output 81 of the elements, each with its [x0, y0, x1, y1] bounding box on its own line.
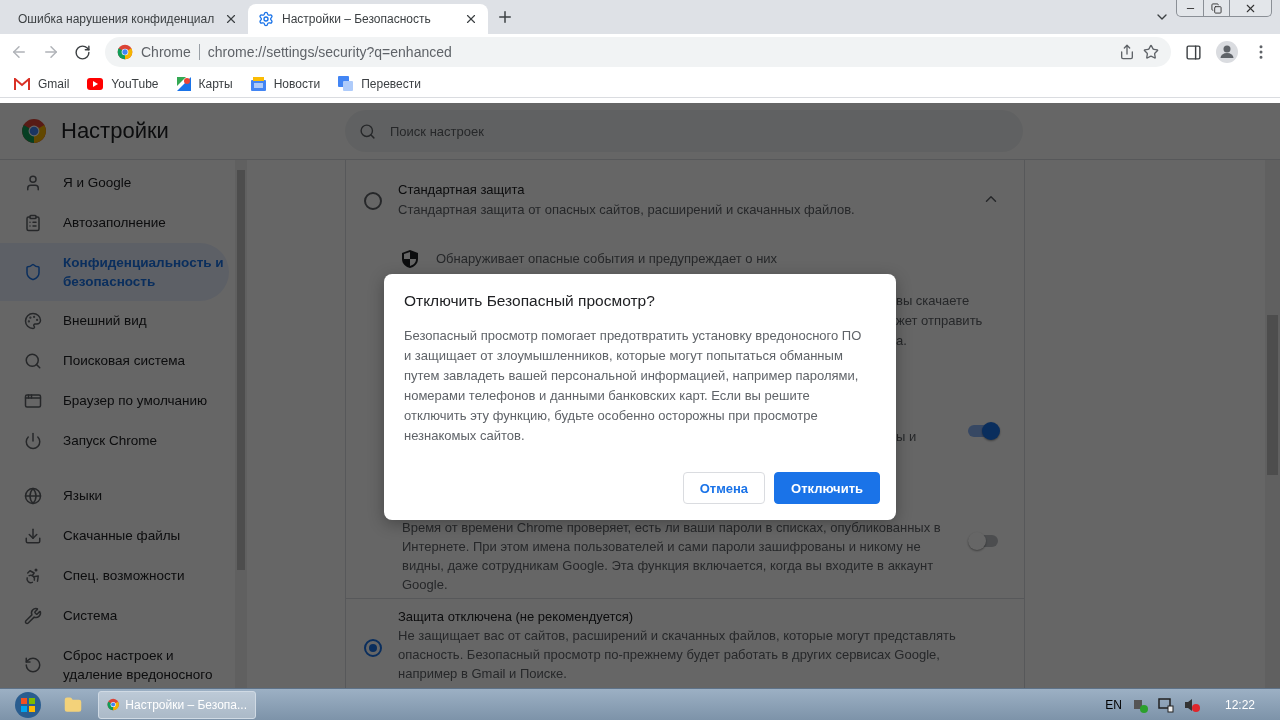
language-indicator[interactable]: EN	[1105, 697, 1122, 712]
sidebar-item[interactable]: Языки	[0, 476, 229, 516]
sidebar-icon	[24, 312, 42, 330]
sidebar-icon	[24, 263, 42, 281]
sidebar-icon	[24, 527, 42, 545]
option-title: Защита отключена (не рекомендуется)	[398, 608, 635, 626]
sidebar-icon	[24, 392, 42, 410]
dialog-title: Отключить Безопасный просмотр?	[404, 292, 656, 310]
sidebar-item[interactable]: Автозаполнение	[0, 203, 229, 243]
newspaper-icon	[250, 76, 266, 91]
restore-icon[interactable]	[1211, 2, 1222, 14]
shield-icon	[402, 249, 418, 268]
scrollbar[interactable]	[1265, 160, 1280, 688]
search-icon	[359, 122, 376, 140]
option-description: а.	[896, 332, 907, 350]
toggle-switch[interactable]	[968, 425, 998, 437]
browser-tab[interactable]: Настройки – Безопасность	[248, 4, 488, 34]
sidebar-item[interactable]: Поисковая система	[0, 341, 229, 381]
monitor-icon[interactable]	[1158, 696, 1174, 713]
star-icon[interactable]	[1143, 44, 1159, 60]
sidebar-icon	[24, 174, 42, 192]
radio-button[interactable]	[364, 639, 382, 657]
search-field[interactable]: Поиск настроек	[345, 110, 1023, 152]
option-description: Время от времени Chrome проверяет, есть ли ваши пароли в списках, опубликованных в Интернете. При этом имена пользователей и сами пароли зашифрованы и никому не видны, даже сотрудникам Google. Эта функция включается, когда вы входите в аккаунт Google.	[402, 519, 942, 594]
bookmark-link[interactable]: Новости	[273, 76, 321, 91]
option-description: Стандартная защита от опасных сайтов, расширений и скачанных файлов.	[398, 201, 856, 219]
url-text: chrome://settings/security?q=enhanced	[207, 44, 453, 60]
sidebar-item[interactable]: Запуск Chrome	[0, 421, 229, 461]
bookmark-link[interactable]: Перевести	[361, 76, 421, 91]
sidebar-item[interactable]: Конфиденциальность и безопасность	[0, 243, 229, 301]
sidebar-icon	[24, 607, 42, 625]
toggle-switch[interactable]	[968, 535, 998, 547]
feature-text: Обнаруживает опасные события и предупреждает о них	[436, 251, 778, 266]
sidebar-item[interactable]: Браузер по умолчанию	[0, 381, 229, 421]
reload-icon[interactable]	[74, 43, 91, 61]
sidebar-item[interactable]: Внешний вид	[0, 301, 229, 341]
taskbar-window[interactable]: Настройки – Безопа...	[98, 690, 256, 719]
sidebar-icon	[24, 656, 42, 674]
translate-icon	[338, 76, 354, 91]
option-description: жет отправить	[896, 312, 983, 330]
sidebar-icon	[24, 432, 42, 450]
sidebar-item[interactable]: Сброс настроек и удаление вредоносного	[0, 636, 229, 688]
bookmark-link[interactable]: YouTube	[111, 76, 159, 91]
option-title: Стандартная защита	[398, 181, 526, 199]
browser-tab[interactable]: Ошибка нарушения конфиденциал	[8, 4, 248, 34]
speaker-muted-icon[interactable]	[1184, 696, 1200, 713]
close-icon[interactable]	[464, 12, 478, 26]
chrome-logo-icon	[107, 697, 120, 712]
play-icon	[87, 77, 104, 90]
clock[interactable]: 12:22	[1210, 697, 1270, 712]
sidebar-item[interactable]: Скачанные файлы	[0, 516, 229, 556]
sidebar-icon	[24, 352, 42, 370]
sidebar-icon	[24, 567, 42, 585]
scrollbar[interactable]	[235, 160, 247, 688]
mail-icon	[14, 77, 30, 90]
gear-icon	[258, 11, 274, 27]
side-panel-icon[interactable]	[1185, 43, 1202, 61]
option-description: вы скачаете	[896, 292, 970, 310]
dialog-message: Безопасный просмотр помогает предотвратить установку вредоносного ПО и защищает от злоумышленников, которые могут попытаться обманным путем завладеть вашей персональной информацией, например паролями, номерами телефонов и данными банковских карт. Если вы решите отключить эту функцию, будьте особенно осторожны при просмотре незнакомых сайтов.	[404, 327, 863, 445]
address-bar[interactable]: Chrome chrome://settings/security?q=enhanced	[105, 37, 1171, 67]
cancel-button[interactable]: Отмена	[682, 472, 766, 504]
option-description: ы и	[896, 428, 917, 446]
site-label: Chrome	[141, 44, 200, 60]
close-icon[interactable]	[224, 12, 238, 26]
sidebar-icon	[24, 214, 42, 232]
chrome-logo-icon	[21, 118, 47, 144]
option-description: Не защищает вас от сайтов, расширений и скачанных файлов, которые могут представлять опасность. Безопасный просмотр по-прежнему будет работать в других сервисах Google, например в Gmail и Поиске.	[398, 627, 957, 683]
map-icon	[176, 76, 191, 91]
share-icon[interactable]	[1119, 44, 1135, 60]
sidebar-item[interactable]: Спец. возможности	[0, 556, 229, 596]
bookmark-link[interactable]: Карты	[198, 76, 233, 91]
new-tab-icon[interactable]	[496, 8, 514, 26]
radio-button[interactable]	[364, 192, 382, 210]
bookmark-link[interactable]: Gmail	[38, 76, 70, 91]
profile-icon[interactable]	[1216, 41, 1238, 63]
settings-title: Настройки	[61, 118, 169, 144]
chrome-logo-icon	[117, 44, 133, 60]
sidebar-icon	[24, 487, 42, 505]
sidebar-item[interactable]: Система	[0, 596, 229, 636]
sidebar-item[interactable]: Я и Google	[0, 163, 229, 203]
confirm-button[interactable]: Отключить	[774, 472, 880, 504]
